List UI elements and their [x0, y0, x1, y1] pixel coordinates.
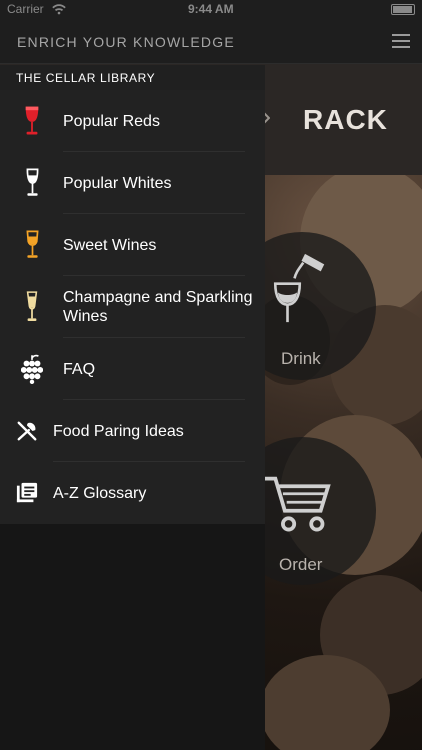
side-drawer: THE CELLAR LIBRARY Popular Reds Popular …: [0, 65, 265, 750]
drawer-item-food-pairing[interactable]: Food Paring Ideas: [0, 400, 265, 462]
drawer-menu-list: Popular Reds Popular Whites Sweet Wines …: [0, 90, 265, 524]
pouring-wine-icon: [273, 253, 325, 323]
grapes-icon: [20, 338, 44, 400]
drawer-section-title: THE CELLAR LIBRARY: [0, 65, 265, 90]
fork-knife-icon: [15, 400, 39, 462]
drawer-item-label: Champagne and Sparkling Wines: [63, 289, 253, 325]
status-carrier: Carrier: [7, 2, 44, 16]
order-label: Order: [279, 555, 323, 574]
drawer-item-label: Food Paring Ideas: [53, 422, 184, 440]
battery-icon: [391, 4, 415, 15]
drawer-item-label: Popular Whites: [63, 174, 172, 192]
top-bar: ENRICH YOUR KNOWLEDGE: [0, 20, 422, 64]
drawer-item-label: A-Z Glossary: [53, 484, 147, 502]
drawer-item-label: Sweet Wines: [63, 236, 157, 254]
status-time: 9:44 AM: [188, 2, 234, 16]
background-title: RACK: [303, 104, 388, 135]
drawer-item-champagne[interactable]: Champagne and Sparkling Wines: [0, 276, 265, 338]
topbar-title: ENRICH YOUR KNOWLEDGE: [17, 34, 235, 50]
status-bar: Carrier 9:44 AM: [0, 0, 422, 20]
drawer-item-popular-reds[interactable]: Popular Reds: [0, 90, 265, 152]
shopping-cart-icon: [264, 476, 331, 532]
glossary-book-icon: [15, 462, 39, 524]
drawer-item-label: FAQ: [63, 360, 96, 378]
white-wine-glass-icon: [22, 152, 42, 214]
drawer-item-popular-whites[interactable]: Popular Whites: [0, 152, 265, 214]
wifi-icon: [52, 4, 66, 15]
drawer-item-sweet-wines[interactable]: Sweet Wines: [0, 214, 265, 276]
hamburger-menu-icon[interactable]: [392, 34, 410, 48]
drink-label: Drink: [281, 349, 321, 368]
drawer-item-label: Popular Reds: [63, 112, 160, 130]
drawer-item-faq[interactable]: FAQ: [0, 338, 265, 400]
red-wine-glass-icon: [21, 90, 43, 152]
sweet-wine-glass-icon: [22, 214, 42, 276]
drawer-item-glossary[interactable]: A-Z Glossary: [0, 462, 265, 524]
champagne-flute-icon: [23, 276, 41, 338]
